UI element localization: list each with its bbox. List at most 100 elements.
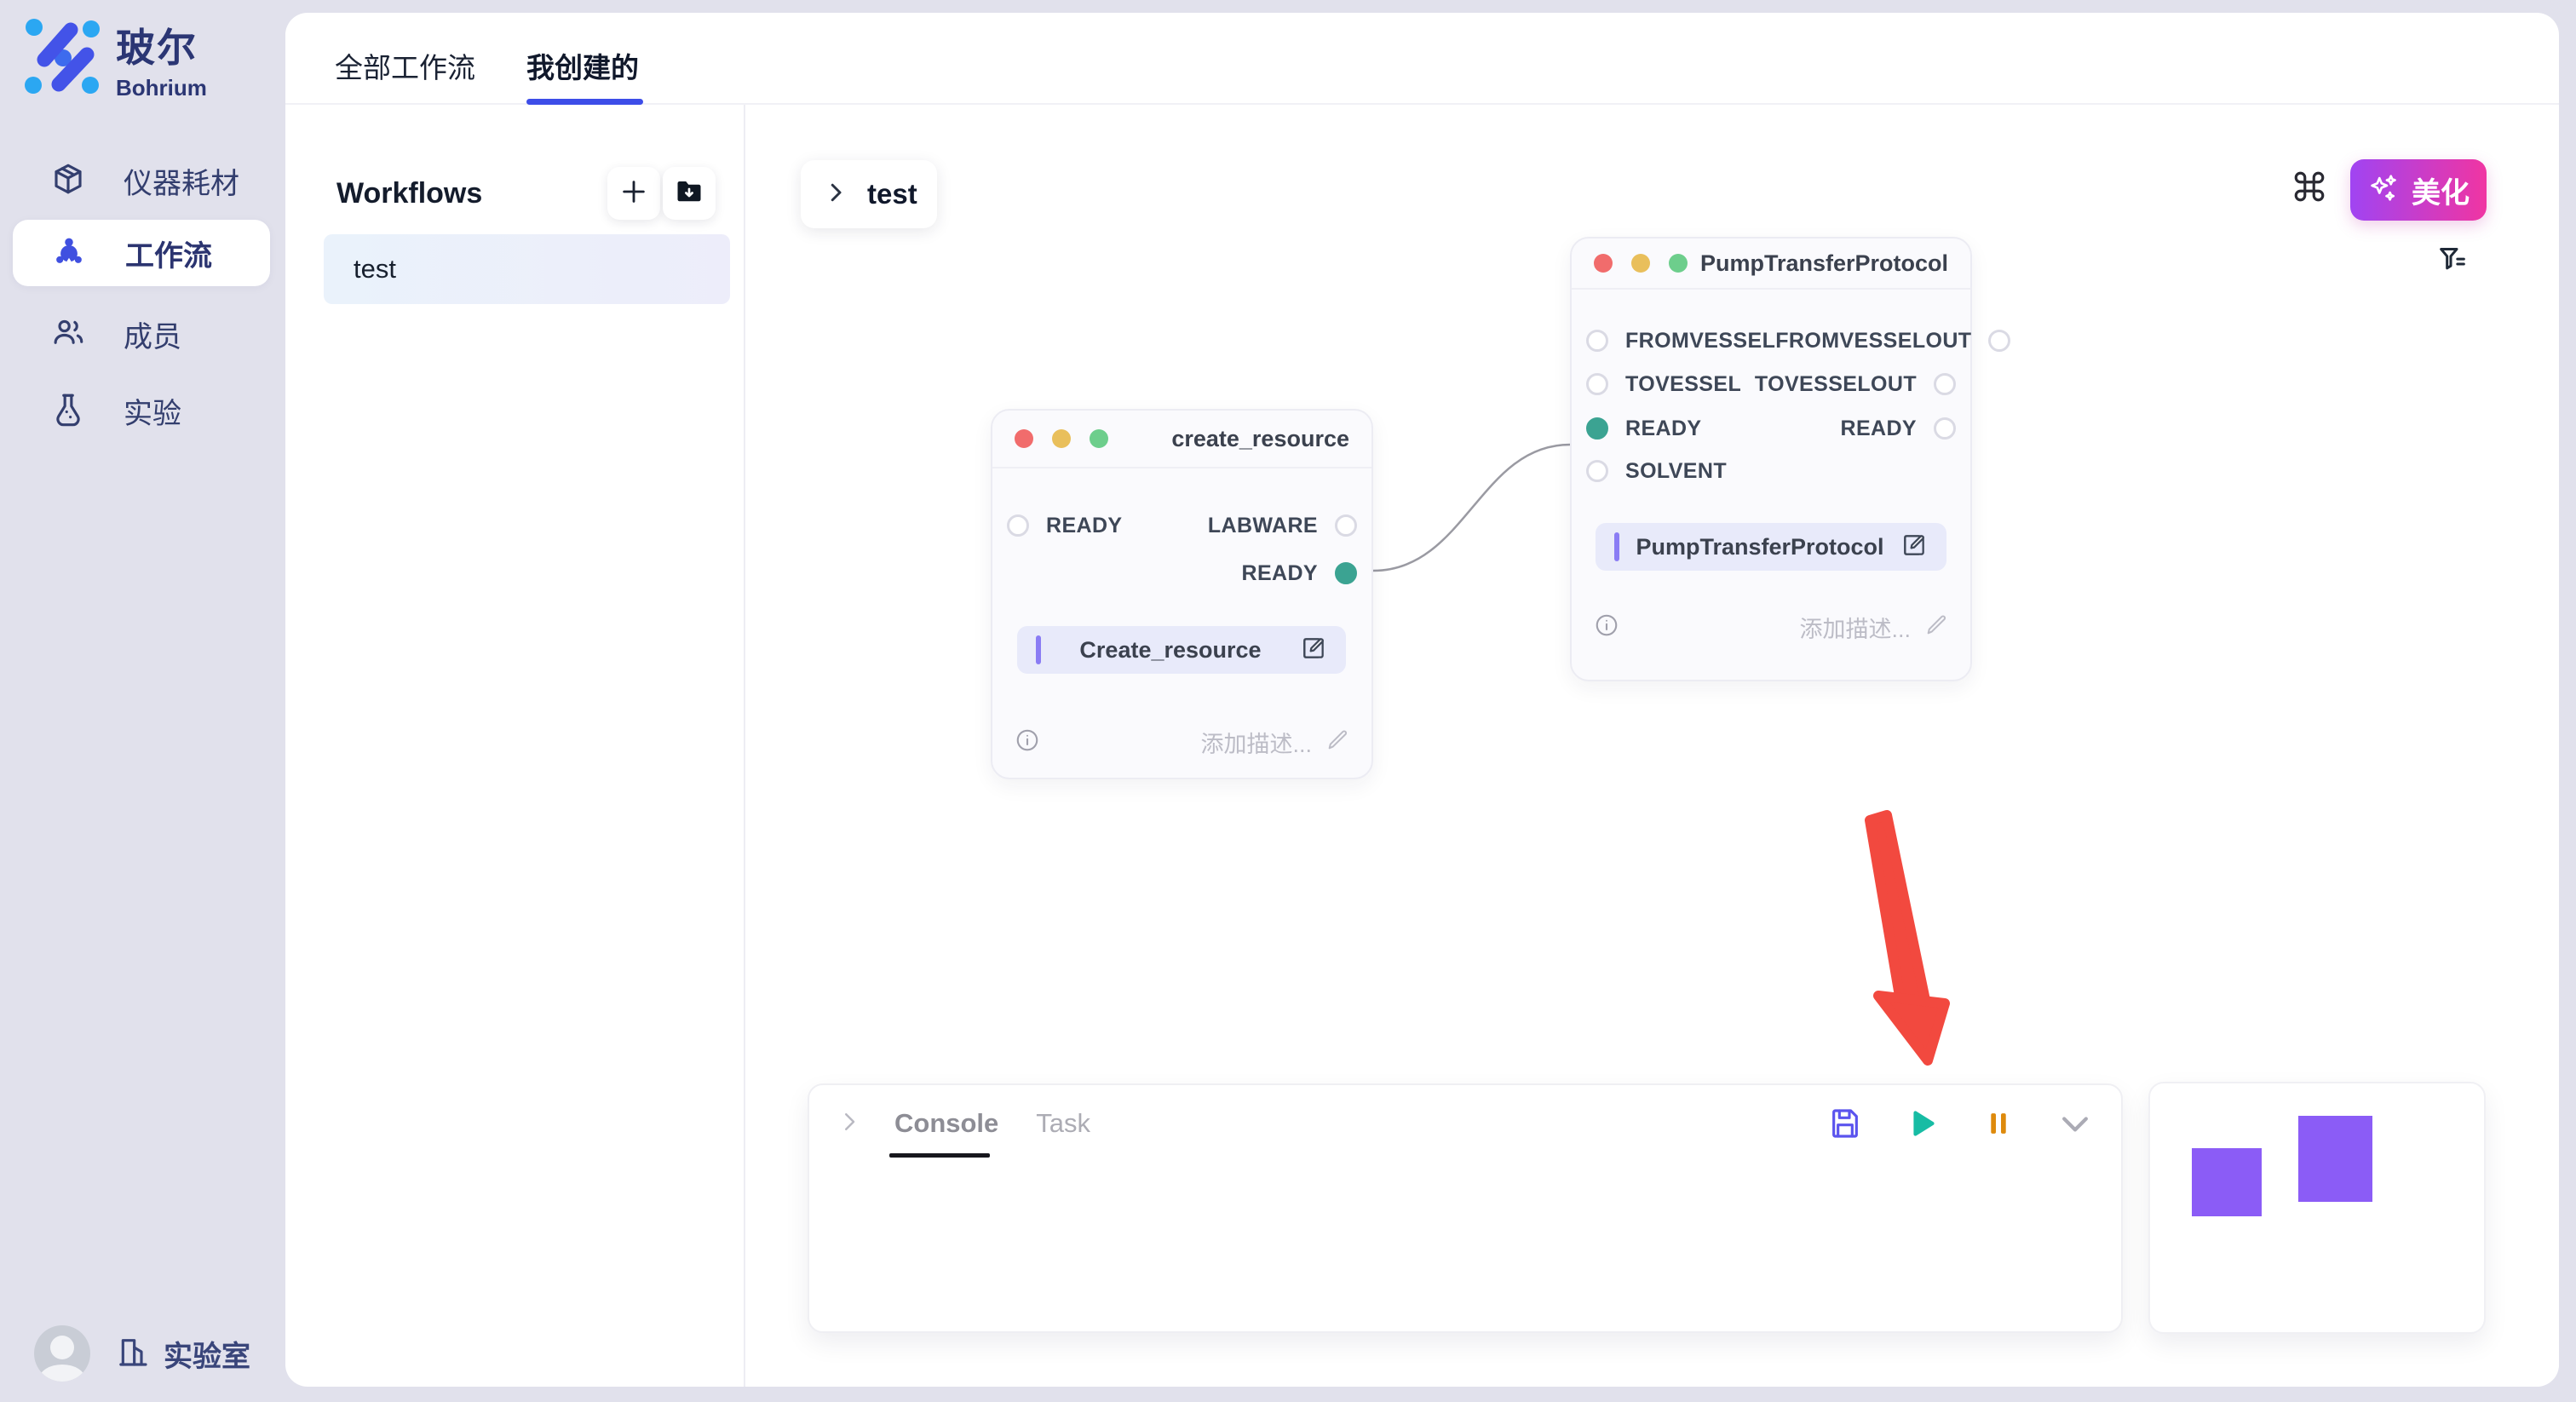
user-avatar[interactable]	[34, 1325, 90, 1382]
workflow-panel-title: Workflows	[336, 177, 482, 210]
add-workflow-button[interactable]	[607, 167, 660, 220]
port-input-ready[interactable]	[1007, 514, 1029, 537]
sparkles-icon	[2367, 172, 2400, 209]
port-label: TOVESSEL	[1625, 372, 1741, 397]
command-icon	[2291, 169, 2327, 209]
active-tab-underline	[526, 99, 643, 105]
node-footer: 添加描述...	[1015, 725, 1349, 759]
node-title: PumpTransferProtocol	[1700, 250, 1948, 277]
console-actions	[1826, 1105, 2094, 1142]
port-input-fromvessel[interactable]	[1586, 330, 1608, 352]
node-pump-transfer-protocol[interactable]: PumpTransferProtocol FROMVESSEL FROMVESS…	[1570, 237, 1972, 681]
sidebar-item-label: 成员	[124, 313, 181, 355]
port-output-labware[interactable]	[1335, 514, 1357, 537]
workflow-list-item-test[interactable]: test	[324, 234, 730, 304]
port-output-ready[interactable]	[1335, 562, 1357, 584]
plus-icon	[619, 177, 648, 210]
node-header: PumpTransferProtocol	[1572, 238, 1970, 290]
sidebar-item-members[interactable]: 成员	[13, 300, 270, 368]
minimap[interactable]	[2148, 1082, 2486, 1334]
lab-switcher[interactable]: 实验室	[116, 1333, 250, 1375]
save-button[interactable]	[1826, 1105, 1864, 1142]
chevron-right-icon[interactable]	[837, 1109, 862, 1139]
tab-created-by-me[interactable]: 我创建的	[526, 45, 639, 86]
sidebar-footer: 实验室	[34, 1325, 250, 1382]
pencil-icon[interactable]	[1325, 728, 1349, 756]
chevron-right-icon	[823, 180, 848, 210]
edit-icon[interactable]	[1300, 635, 1327, 666]
traffic-light-red	[1594, 254, 1613, 273]
sidebar-item-label: 工作流	[125, 233, 212, 274]
description-placeholder[interactable]: 添加描述...	[1200, 726, 1312, 759]
traffic-light-yellow	[1052, 429, 1071, 448]
console-panel: Console Task	[808, 1083, 2123, 1333]
folder-download-icon	[674, 176, 704, 211]
console-header: Console Task	[809, 1085, 2121, 1162]
tab-all-workflows[interactable]: 全部工作流	[335, 45, 475, 86]
traffic-light-green	[1090, 429, 1108, 448]
description-placeholder[interactable]: 添加描述...	[1799, 611, 1911, 644]
port-output-tovesselout[interactable]	[1934, 373, 1956, 395]
node-action-pill[interactable]: Create_resource	[1017, 626, 1346, 674]
port-output-ready[interactable]	[1934, 417, 1956, 440]
port-label: TOVESSELOUT	[1755, 372, 1917, 397]
bohrium-logo-icon	[24, 18, 102, 101]
node-title: create_resource	[1171, 426, 1349, 452]
info-icon[interactable]	[1594, 612, 1619, 642]
node-header: create_resource	[992, 411, 1371, 468]
command-layout-button[interactable]	[2289, 168, 2330, 209]
beautify-label: 美化	[2412, 170, 2470, 211]
port-label: READY	[1241, 561, 1318, 586]
minimap-node-pump-transfer	[2298, 1116, 2372, 1202]
tab-task[interactable]: Task	[1036, 1108, 1090, 1139]
port-label: LABWARE	[1208, 514, 1318, 538]
node-create-resource[interactable]: create_resource READY LABWARE READY	[991, 409, 1373, 779]
filter-funnel-icon	[2435, 243, 2470, 281]
pill-label: PumpTransferProtocol	[1619, 534, 1900, 560]
port-label: READY	[1840, 417, 1917, 441]
port-input-ready[interactable]	[1586, 417, 1608, 440]
pencil-icon[interactable]	[1924, 613, 1948, 641]
console-output-area[interactable]	[809, 1162, 2121, 1331]
beautify-button[interactable]: 美化	[2350, 159, 2487, 221]
traffic-lights	[1015, 429, 1108, 448]
workflow-item-label: test	[354, 254, 396, 284]
port-output-fromvesselout[interactable]	[1988, 330, 2010, 352]
port-input-solvent[interactable]	[1586, 460, 1608, 482]
info-icon[interactable]	[1015, 727, 1040, 757]
edit-icon[interactable]	[1900, 531, 1928, 563]
filter-button[interactable]	[2432, 241, 2473, 282]
experiment-icon	[50, 391, 86, 431]
port-input-tovessel[interactable]	[1586, 373, 1608, 395]
port-label: FROMVESSELOUT	[1775, 329, 1971, 353]
workflow-list-panel: Workflows test	[285, 105, 745, 1387]
breadcrumb[interactable]: test	[801, 160, 937, 228]
minimap-node-create-resource	[2192, 1148, 2262, 1216]
port-label: FROMVESSEL	[1625, 329, 1775, 353]
import-folder-button[interactable]	[663, 167, 716, 220]
traffic-light-green	[1669, 254, 1688, 273]
top-tab-bar: 全部工作流 我创建的	[285, 13, 2559, 105]
collapse-panel-button[interactable]	[2056, 1105, 2094, 1142]
sidebar-item-experiment[interactable]: 实验	[13, 376, 270, 445]
tab-console-label: Console	[894, 1108, 998, 1138]
sidebar: 玻尔 Bohrium 仪器耗材 工作流	[0, 0, 285, 1402]
node-footer: 添加描述...	[1594, 610, 1948, 644]
tab-console[interactable]: Console	[894, 1108, 998, 1139]
run-button[interactable]	[1903, 1105, 1941, 1142]
building-icon	[116, 1335, 150, 1373]
sidebar-item-label: 仪器耗材	[124, 160, 239, 202]
brand-logo: 玻尔 Bohrium	[24, 17, 207, 101]
brand-name-zh: 玻尔	[116, 17, 207, 73]
traffic-lights	[1594, 254, 1688, 273]
sidebar-item-workflow[interactable]: 工作流	[13, 220, 270, 286]
port-label: READY	[1625, 417, 1702, 441]
app-window: 玻尔 Bohrium 仪器耗材 工作流	[0, 0, 2576, 1402]
sidebar-item-consumables[interactable]: 仪器耗材	[13, 147, 270, 215]
sidebar-item-label: 实验	[124, 390, 181, 432]
package-icon	[50, 161, 86, 201]
brand-name-en: Bohrium	[116, 75, 207, 101]
flow-canvas[interactable]: test 美化	[745, 105, 2559, 1387]
pause-button[interactable]	[1980, 1105, 2017, 1142]
node-action-pill[interactable]: PumpTransferProtocol	[1596, 523, 1946, 571]
